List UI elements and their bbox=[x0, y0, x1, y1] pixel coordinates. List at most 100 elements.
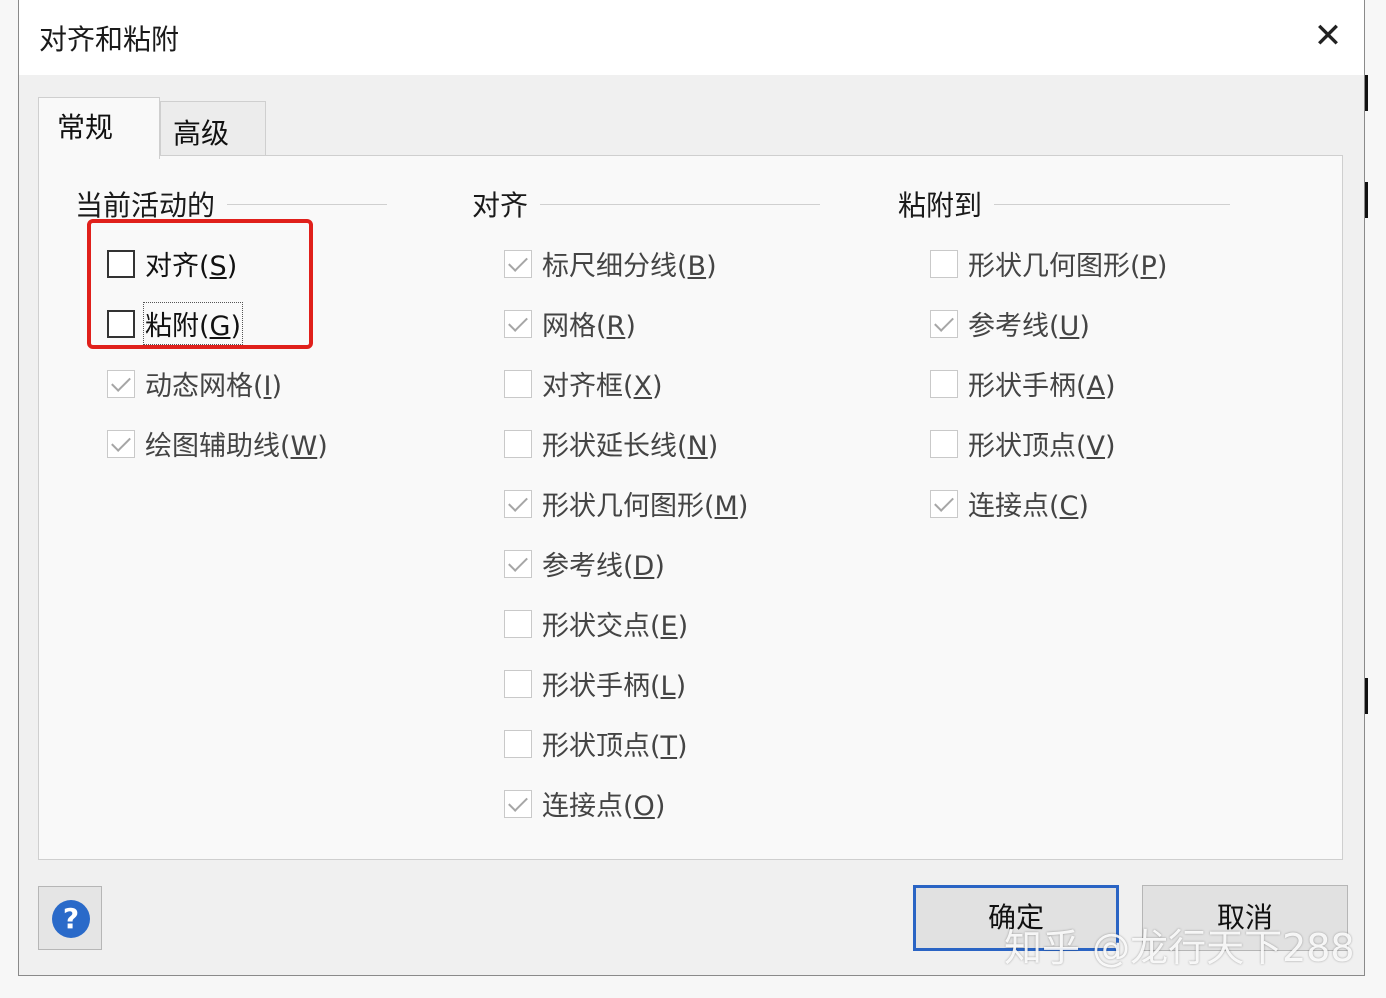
label-text: 形状几何图形 bbox=[968, 251, 1130, 282]
checkbox-label: 形状手柄(A) bbox=[968, 371, 1116, 402]
label-text: 形状顶点 bbox=[542, 731, 650, 762]
checkbox-unchecked-icon[interactable] bbox=[504, 429, 532, 458]
annotation-highlight-box bbox=[87, 219, 313, 349]
access-key: R bbox=[606, 311, 626, 342]
access-key: M bbox=[714, 491, 738, 522]
help-button[interactable]: ? bbox=[38, 886, 102, 950]
align-checkbox-m[interactable]: 形状几何图形(M) bbox=[504, 484, 748, 523]
checkbox-label: 参考线(D) bbox=[542, 551, 665, 582]
checkbox-unchecked-icon[interactable] bbox=[504, 669, 532, 698]
label-text: 参考线 bbox=[542, 551, 623, 582]
current-checkbox-i[interactable]: 动态网格(I) bbox=[107, 364, 282, 403]
access-key: O bbox=[633, 791, 655, 822]
access-key: U bbox=[1059, 311, 1080, 342]
access-key: X bbox=[633, 371, 653, 402]
group-header-current: 当前活动的 bbox=[75, 189, 216, 222]
checkbox-checked-icon[interactable] bbox=[504, 309, 532, 338]
glue-checkbox-a[interactable]: 形状手柄(A) bbox=[930, 364, 1116, 403]
dialog-title: 对齐和粘附 bbox=[39, 23, 180, 56]
checkbox-checked-icon[interactable] bbox=[504, 549, 532, 578]
label-text: 形状手柄 bbox=[968, 371, 1076, 402]
label-text: 形状几何图形 bbox=[542, 491, 704, 522]
label-text: 参考线 bbox=[968, 311, 1049, 342]
cancel-button[interactable]: 取消 bbox=[1142, 885, 1348, 951]
checkbox-checked-icon[interactable] bbox=[504, 489, 532, 518]
glue-checkbox-v[interactable]: 形状顶点(V) bbox=[930, 424, 1116, 463]
checkbox-checked-icon[interactable] bbox=[930, 309, 958, 338]
checkbox-label: 连接点(O) bbox=[542, 791, 666, 822]
label-text: 绘图辅助线 bbox=[145, 431, 280, 462]
label-text: 动态网格 bbox=[145, 371, 253, 402]
group-header-align: 对齐 bbox=[472, 189, 529, 222]
access-key: D bbox=[633, 551, 655, 582]
checkbox-checked-icon[interactable] bbox=[107, 369, 135, 398]
checkbox-checked-icon[interactable] bbox=[107, 429, 135, 458]
align-checkbox-d[interactable]: 参考线(D) bbox=[504, 544, 665, 583]
checkbox-label: 形状手柄(L) bbox=[542, 671, 687, 702]
align-checkbox-l[interactable]: 形状手柄(L) bbox=[504, 664, 686, 703]
help-icon: ? bbox=[52, 900, 90, 938]
glue-checkbox-c[interactable]: 连接点(C) bbox=[930, 484, 1089, 523]
checkbox-label: 对齐框(X) bbox=[542, 371, 663, 402]
group-current-active: 当前活动的 bbox=[75, 184, 388, 224]
access-key: N bbox=[687, 431, 708, 462]
label-text: 连接点 bbox=[542, 791, 623, 822]
access-key: C bbox=[1059, 491, 1079, 522]
checkbox-unchecked-icon[interactable] bbox=[930, 249, 958, 278]
checkbox-label: 连接点(C) bbox=[968, 491, 1089, 522]
label-text: 连接点 bbox=[968, 491, 1049, 522]
close-button[interactable]: ✕ bbox=[1306, 14, 1350, 58]
header-divider bbox=[994, 203, 1231, 205]
label-text: 网格 bbox=[542, 311, 596, 342]
checkbox-checked-icon[interactable] bbox=[504, 789, 532, 818]
label-text: 标尺细分线 bbox=[542, 251, 677, 282]
checkbox-unchecked-icon[interactable] bbox=[930, 369, 958, 398]
checkbox-label: 形状几何图形(M) bbox=[542, 491, 749, 522]
checkbox-unchecked-icon[interactable] bbox=[504, 729, 532, 758]
checkbox-unchecked-icon[interactable] bbox=[504, 369, 532, 398]
access-key: E bbox=[660, 611, 678, 642]
align-checkbox-r[interactable]: 网格(R) bbox=[504, 304, 636, 343]
checkbox-label: 形状延长线(N) bbox=[542, 431, 719, 462]
label-text: 形状顶点 bbox=[968, 431, 1076, 462]
current-checkbox-w[interactable]: 绘图辅助线(W) bbox=[107, 424, 328, 463]
align-checkbox-t[interactable]: 形状顶点(T) bbox=[504, 724, 688, 763]
glue-checkbox-u[interactable]: 参考线(U) bbox=[930, 304, 1090, 343]
checkbox-label: 网格(R) bbox=[542, 311, 636, 342]
header-divider bbox=[540, 203, 821, 205]
checkbox-label: 形状顶点(T) bbox=[542, 731, 688, 762]
align-checkbox-b[interactable]: 标尺细分线(B) bbox=[504, 244, 717, 283]
checkbox-label: 标尺细分线(B) bbox=[542, 251, 717, 282]
access-key: A bbox=[1086, 371, 1106, 402]
snap-glue-dialog: 对齐和粘附 ✕ 常规 高级 当前活动的 对齐 粘附到 对齐(S) 粘附(G) 动态网… bbox=[18, 0, 1365, 976]
checkbox-label: 动态网格(I) bbox=[145, 371, 283, 402]
label-text: 对齐框 bbox=[542, 371, 623, 402]
checkbox-unchecked-icon[interactable] bbox=[504, 609, 532, 638]
access-key: I bbox=[263, 371, 272, 402]
align-checkbox-e[interactable]: 形状交点(E) bbox=[504, 604, 688, 643]
label-text: 形状延长线 bbox=[542, 431, 677, 462]
checkbox-checked-icon[interactable] bbox=[930, 489, 958, 518]
group-align: 对齐 bbox=[472, 184, 821, 224]
glue-checkbox-p[interactable]: 形状几何图形(P) bbox=[930, 244, 1167, 283]
access-key: L bbox=[660, 671, 676, 702]
align-checkbox-x[interactable]: 对齐框(X) bbox=[504, 364, 663, 403]
tab-general[interactable]: 常规 bbox=[38, 97, 160, 159]
checkbox-label: 绘图辅助线(W) bbox=[145, 431, 328, 462]
checkbox-label: 形状交点(E) bbox=[542, 611, 689, 642]
checkbox-label: 参考线(U) bbox=[968, 311, 1090, 342]
tab-advanced[interactable]: 高级 bbox=[160, 101, 266, 155]
access-key: W bbox=[290, 431, 318, 462]
align-checkbox-o[interactable]: 连接点(O) bbox=[504, 784, 665, 823]
checkbox-label: 形状顶点(V) bbox=[968, 431, 1116, 462]
label-text: 形状手柄 bbox=[542, 671, 650, 702]
checkbox-label: 形状几何图形(P) bbox=[968, 251, 1168, 282]
checkbox-unchecked-icon[interactable] bbox=[930, 429, 958, 458]
access-key: P bbox=[1140, 251, 1157, 282]
ok-button[interactable]: 确定 bbox=[913, 885, 1119, 951]
access-key: V bbox=[1086, 431, 1106, 462]
checkbox-checked-icon[interactable] bbox=[504, 249, 532, 278]
group-glue-to: 粘附到 bbox=[898, 184, 1231, 224]
align-checkbox-n[interactable]: 形状延长线(N) bbox=[504, 424, 718, 463]
header-divider bbox=[227, 203, 388, 205]
